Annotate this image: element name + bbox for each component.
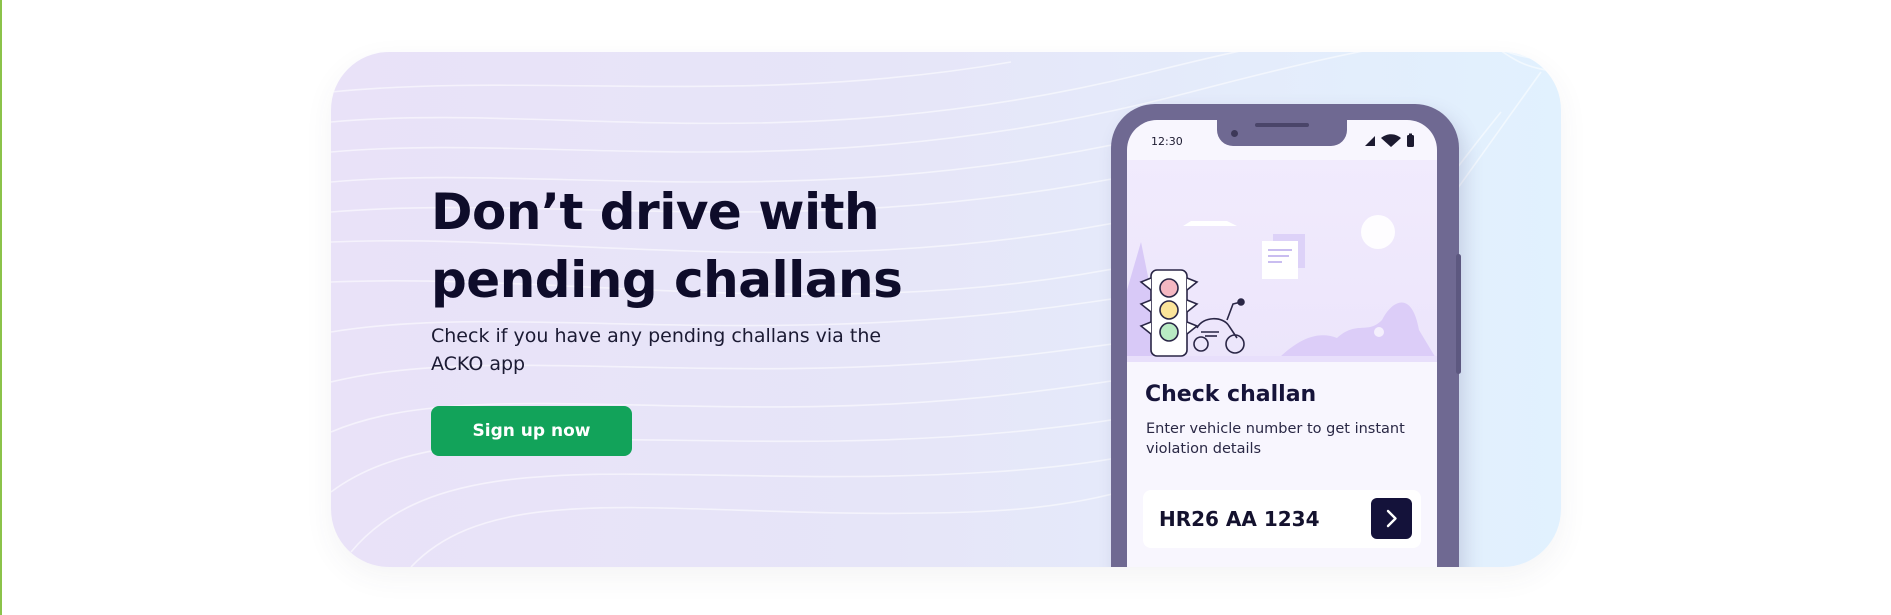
traffic-illustration [1127, 160, 1437, 362]
signal-icon [1365, 136, 1375, 146]
vehicle-number-input[interactable] [1159, 504, 1359, 534]
camera-icon [1231, 130, 1238, 137]
page-edge-line [0, 0, 2, 615]
vehicle-number-box [1143, 490, 1421, 548]
speaker-grille [1255, 123, 1309, 127]
chevron-right-icon [1386, 509, 1397, 528]
phone-side-button [1456, 254, 1461, 374]
check-challan-submit-button[interactable] [1371, 498, 1412, 539]
status-bar-icons [1365, 133, 1414, 147]
banner-headline: Don’t drive with pending challans [431, 183, 903, 309]
challan-promo-banner: Don’t drive with pending challans Check … [331, 52, 1561, 567]
phone-mockup: 12:30 Check challan Enter vehicle number… [1111, 104, 1461, 567]
check-challan-title: Check challan [1145, 382, 1317, 407]
battery-icon [1407, 133, 1414, 147]
check-challan-description: Enter vehicle number to get instant viol… [1146, 421, 1405, 457]
banner-subtext: Check if you have any pending challans v… [431, 325, 882, 375]
wifi-icon [1381, 134, 1401, 147]
status-time: 12:30 [1151, 135, 1183, 148]
phone-notch [1217, 120, 1347, 146]
sign-up-button[interactable]: Sign up now [431, 406, 632, 456]
phone-screen: 12:30 Check challan Enter vehicle number… [1127, 120, 1437, 567]
